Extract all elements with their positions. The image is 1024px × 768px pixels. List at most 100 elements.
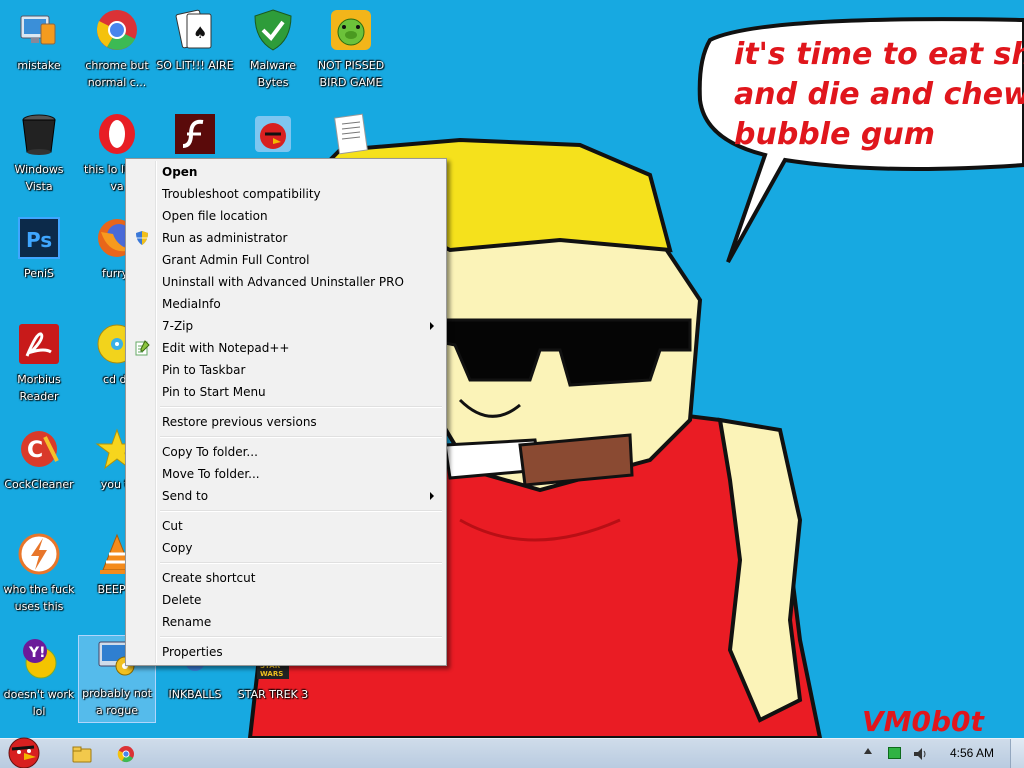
show-desktop-button[interactable] [1010,739,1024,768]
menu-item-label: Restore previous versions [162,415,317,429]
speech-line-3: bubble gum [734,117,935,152]
desktop[interactable]: it's time to eat shit and die and chew b… [0,0,1024,738]
menu-item-label: Create shortcut [162,571,256,585]
desktop-icon-label: doesn't work lol [3,688,75,718]
cards-icon: ♠ [173,8,217,52]
menu-item-pin-to-start-menu[interactable]: Pin to Start Menu [128,381,444,403]
desktop-icon-not-pissed-bird-game[interactable]: NOT PISSED BIRD GAME [312,8,390,91]
volume-icon[interactable] [912,746,928,766]
desktop-icon-label: mistake [17,59,61,72]
menu-item-label: Copy To folder... [162,445,258,459]
menu-item-uninstall-with-advanced-uninstaller-pro[interactable]: Uninstall with Advanced Uninstaller PRO [128,271,444,293]
network-icon[interactable] [888,747,901,759]
taskbar-chrome-button[interactable] [106,742,146,766]
menu-item-label: Rename [162,615,212,629]
desktop-icon-cockcleaner[interactable]: C CockCleaner [0,427,78,493]
pdf-reader-icon [17,322,61,366]
menu-item-label: MediaInfo [162,297,221,311]
taskbar: 4:56 AM [0,737,1024,768]
menu-item-label: Uninstall with Advanced Uninstaller PRO [162,275,404,289]
menu-item-label: Properties [162,645,223,659]
menu-item-restore-previous-versions[interactable]: Restore previous versions [128,411,444,433]
menu-item-cut[interactable]: Cut [128,515,444,537]
desktop-icon-who-the-fuck-uses-this[interactable]: who the fuck uses this [0,532,78,615]
menu-item-run-as-administrator[interactable]: Run as administrator [128,227,444,249]
menu-item-copy[interactable]: Copy [128,537,444,559]
taskbar-explorer-button[interactable] [62,742,102,766]
desktop-icon-doesnt-work-lol[interactable]: Y! doesn't work lol [0,637,78,720]
menu-item-7-zip[interactable]: 7-Zip [128,315,444,337]
menu-item-grant-admin-full-control[interactable]: Grant Admin Full Control [128,249,444,271]
yahoo-icon: Y! [17,637,61,681]
menu-item-label: Open file location [162,209,268,223]
menu-separator [160,403,444,411]
desktop-icon-windows-vista[interactable]: Windows Vista [0,112,78,195]
notepad-plus-icon [134,340,150,356]
menu-item-send-to[interactable]: Send to [128,485,444,507]
shield-icon [251,8,295,52]
menu-item-open[interactable]: Open [128,161,444,183]
clock[interactable]: 4:56 AM [950,746,994,760]
menu-item-label: Move To folder... [162,467,260,481]
photoshop-icon: Ps [17,216,61,260]
menu-separator [160,433,444,441]
desktop-icon-label: STAR TREK 3 [237,688,309,701]
menu-item-label: Pin to Start Menu [162,385,266,399]
context-menu: Open Troubleshoot compatibility Open file … [125,158,447,666]
desktop-icon-label: who the fuck uses this [3,583,75,613]
menu-item-open-file-location[interactable]: Open file location [128,205,444,227]
desktop-icon-label: INKBALLS [168,688,222,701]
menu-item-mediainfo[interactable]: MediaInfo [128,293,444,315]
svg-text:Y!: Y! [28,645,46,661]
desktop-icon-flash[interactable] [156,112,234,161]
desktop-icon-label: probably not a rogue [82,687,152,717]
desktop-icon-so-lit-aire[interactable]: ♠ SO LIT!!! AIRE [156,8,234,74]
pig-icon [329,8,373,52]
menu-separator [160,559,444,567]
menu-item-label: Troubleshoot compatibility [162,187,321,201]
desktop-icon-morbius-reader[interactable]: Morbius Reader [0,322,78,405]
desktop-icon-angry-birds[interactable] [234,112,312,161]
speech-line-2: and die and chew [734,77,1024,112]
submenu-arrow-icon [430,322,434,330]
signature: VM0b0t [862,705,986,738]
desktop-icon-malware-bytes[interactable]: Malware Bytes [234,8,312,91]
menu-item-label: Delete [162,593,202,607]
menu-item-troubleshoot-compatibility[interactable]: Troubleshoot compatibility [128,183,444,205]
desktop-icon-label: Malware Bytes [249,59,297,89]
desktop-icon-label: chrome but normal c... [85,59,149,89]
menu-item-pin-to-taskbar[interactable]: Pin to Taskbar [128,359,444,381]
menu-item-delete[interactable]: Delete [128,589,444,611]
menu-item-label: Run as administrator [162,231,288,245]
menu-item-move-to-folder[interactable]: Move To folder... [128,463,444,485]
desktop-icon-label: SO LIT!!! AIRE [156,59,234,72]
angry-bird-icon [251,112,295,156]
desktop-icon-penis[interactable]: Ps PeniS [0,216,78,282]
menu-item-copy-to-folder[interactable]: Copy To folder... [128,441,444,463]
menu-item-properties[interactable]: Properties [128,641,444,663]
angry-bird-start-icon [8,737,40,768]
uac-shield-icon [134,230,150,246]
menu-item-edit-with-notepad[interactable]: Edit with Notepad++ [128,337,444,359]
desktop-icon-label: Morbius Reader [17,373,61,403]
start-button[interactable] [0,731,48,768]
menu-item-create-shortcut[interactable]: Create shortcut [128,567,444,589]
system-tray: 4:56 AM [844,739,1024,768]
avast-icon [17,532,61,576]
desktop-icon-mistake[interactable]: mistake [0,8,78,74]
trash-can-icon [17,112,61,156]
desktop-icon-label: Windows Vista [14,163,64,193]
desktop-icon-label: PeniS [23,267,55,280]
desktop-icon-chrome[interactable]: chrome but normal c... [78,8,156,91]
menu-item-label: Send to [162,489,209,503]
menu-item-label: 7-Zip [162,319,194,333]
menu-item-rename[interactable]: Rename [128,611,444,633]
desktop-icon-label: NOT PISSED BIRD GAME [317,59,385,89]
menu-item-label: Pin to Taskbar [162,363,246,377]
chrome-icon [95,8,139,52]
explorer-icon [72,746,92,763]
menu-item-label: Grant Admin Full Control [162,253,310,267]
speech-line-1: it's time to eat shit [734,37,1024,72]
show-hidden-icons-icon[interactable] [864,748,872,754]
desktop-icon-document[interactable] [312,112,390,161]
